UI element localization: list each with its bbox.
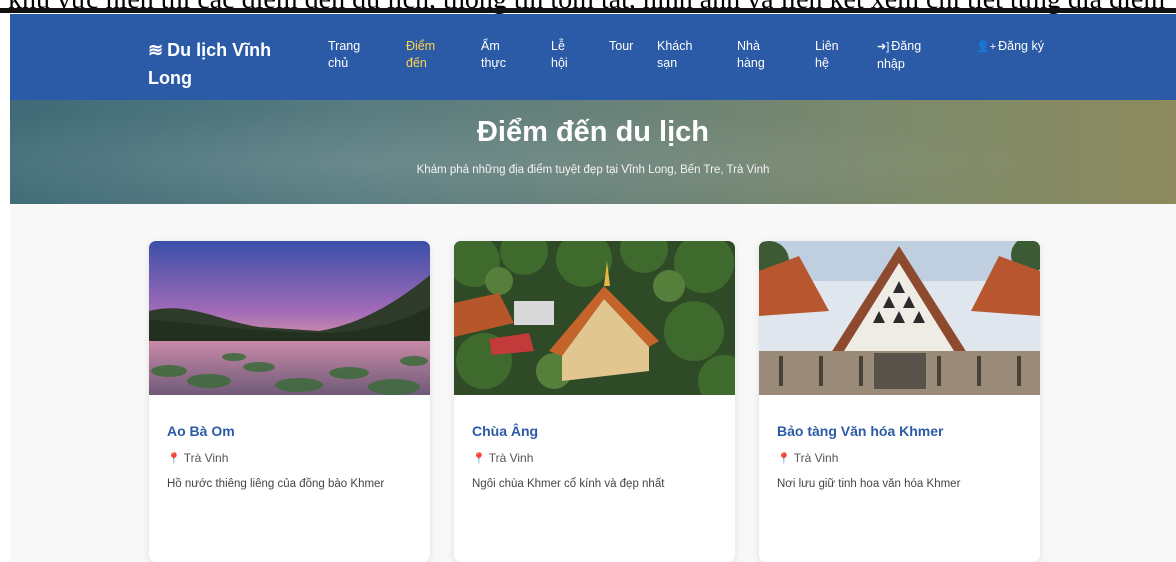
nav-diem-den[interactable]: Điểm đến <box>406 38 446 72</box>
nav-le-hoi[interactable]: Lễ hội <box>551 38 581 72</box>
card-description: Hồ nước thiêng liêng của đồng bào Khmer <box>167 478 385 490</box>
nav-label: Khách sạn <box>657 39 693 70</box>
nav-label: Liên hệ <box>815 39 839 70</box>
nav-dang-nhap[interactable]: ➜] Đăng nhập <box>877 38 947 73</box>
card-location: 📍 Trà Vinh <box>472 450 533 467</box>
map-pin-icon: 📍 <box>777 453 791 465</box>
navbar: ≋ Du lịch Vĩnh Long Trang chủ Điểm đến Ẩm… <box>10 14 1176 100</box>
hero-banner: Điểm đến du lịch Khám phá những địa điểm… <box>10 100 1176 204</box>
nav-label: Trang chủ <box>328 39 361 70</box>
card-location: 📍 Trà Vinh <box>777 450 838 467</box>
nav-tour[interactable]: Tour <box>609 38 649 55</box>
water-icon: ≋ <box>148 40 164 60</box>
brand-link[interactable]: ≋ Du lịch Vĩnh Long <box>148 36 298 92</box>
lake-sunset-photo[interactable] <box>149 241 430 395</box>
map-pin-icon: 📍 <box>167 453 181 465</box>
destination-card[interactable]: Ao Bà Om 📍 Trà Vinh Hồ nước thiêng liêng … <box>149 241 430 562</box>
location-label: Trà Vinh <box>488 451 534 465</box>
nav-khach-san[interactable]: Khách sạn <box>657 38 707 72</box>
nav-am-thuc[interactable]: Ẩm thực <box>481 38 521 72</box>
left-gutter <box>0 14 10 562</box>
map-pin-icon: 📍 <box>472 453 486 465</box>
nav-nha-hang[interactable]: Nhà hàng <box>737 38 777 72</box>
card-title[interactable]: Chùa Âng <box>472 422 538 440</box>
nav-label: Tour <box>609 39 634 53</box>
nav-trang-chu[interactable]: Trang chủ <box>328 38 374 72</box>
location-label: Trà Vinh <box>183 451 229 465</box>
destination-card[interactable]: Chùa Âng 📍 Trà Vinh Ngôi chùa Khmer cổ kí… <box>454 241 735 562</box>
brand-label: Du lịch Vĩnh Long <box>148 40 272 88</box>
card-title[interactable]: Ao Bà Om <box>167 422 235 440</box>
nav-label: Đăng ký <box>998 39 1044 53</box>
destination-card[interactable]: Bảo tàng Văn hóa Khmer 📍 Trà Vinh Nơi lưu… <box>759 241 1040 562</box>
card-description: Ngôi chùa Khmer cổ kính và đẹp nhất <box>472 478 665 490</box>
card-location: 📍 Trà Vinh <box>167 450 228 467</box>
nav-label: Điểm đến <box>406 39 436 70</box>
nav-label: Lễ hội <box>551 39 568 70</box>
page-title: Điểm đến du lịch <box>476 116 710 148</box>
khmer-pagoda-photo[interactable] <box>454 241 735 395</box>
nav-label: Ẩm thực <box>481 39 507 70</box>
sign-in-icon: ➜] <box>877 41 890 53</box>
caption-rule <box>0 8 1176 13</box>
user-plus-icon: 👤+ <box>976 41 997 53</box>
nav-lien-he[interactable]: Liên hệ <box>815 38 849 72</box>
nav-label: Nhà hàng <box>737 39 765 70</box>
card-description: Nơi lưu giữ tinh hoa văn hóa Khmer <box>777 478 961 490</box>
caption-strip: khu vực hiển thị các điểm đến du lịch, t… <box>0 0 1176 14</box>
nav-dang-ky[interactable]: 👤+ Đăng ký <box>976 38 1046 56</box>
location-label: Trà Vinh <box>793 451 839 465</box>
page-subtitle: Khám phá những địa điểm tuyệt đẹp tại Vĩ… <box>416 164 770 176</box>
card-title[interactable]: Bảo tàng Văn hóa Khmer <box>777 422 943 440</box>
khmer-museum-photo[interactable] <box>759 241 1040 395</box>
